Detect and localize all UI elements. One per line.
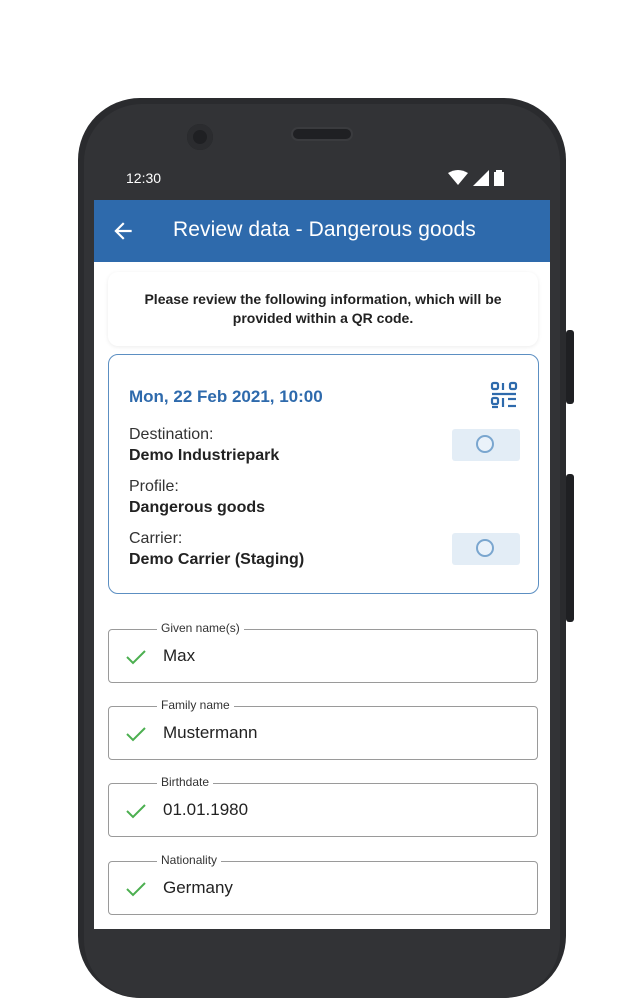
profile-label: Profile: bbox=[129, 478, 179, 495]
destination-value: Demo Industriepark bbox=[129, 447, 280, 464]
birthdate-value: 01.01.1980 bbox=[163, 800, 249, 819]
main-content: Please review the following information,… bbox=[94, 262, 550, 929]
status-bar: 12:30 bbox=[94, 160, 550, 200]
signal-icon bbox=[473, 170, 489, 186]
check-icon bbox=[126, 804, 146, 819]
qr-code-icon[interactable] bbox=[490, 381, 518, 409]
info-dot-icon bbox=[476, 539, 494, 557]
power-button bbox=[566, 330, 574, 404]
page-title: Review data - Dangerous goods bbox=[173, 218, 476, 241]
destination-info-button[interactable] bbox=[452, 429, 520, 461]
nationality-value: Germany bbox=[163, 878, 233, 897]
booking-card: Mon, 22 Feb 2021, 10:00 Destination: Dem… bbox=[108, 354, 539, 594]
status-icons bbox=[448, 170, 504, 186]
birthdate-label: Birthdate bbox=[157, 775, 214, 789]
check-icon bbox=[126, 727, 146, 742]
arrow-left-icon[interactable] bbox=[110, 218, 136, 244]
status-time: 12:30 bbox=[126, 170, 162, 186]
volume-button bbox=[566, 474, 574, 622]
battery-icon bbox=[494, 170, 504, 186]
profile-value: Dangerous goods bbox=[129, 499, 266, 516]
family-name-label: Family name bbox=[157, 698, 234, 712]
given-name-label: Given name(s) bbox=[157, 621, 244, 635]
carrier-value: Demo Carrier (Staging) bbox=[129, 551, 305, 568]
app-bar: Review data - Dangerous goods bbox=[94, 200, 550, 262]
carrier-label: Carrier: bbox=[129, 530, 183, 547]
destination-label: Destination: bbox=[129, 426, 214, 443]
nationality-label: Nationality bbox=[157, 853, 222, 867]
birthdate-field[interactable]: Birthdate 01.01.1980 bbox=[108, 775, 538, 837]
booking-date: Mon, 22 Feb 2021, 10:00 bbox=[129, 387, 323, 406]
family-name-field[interactable]: Family name Mustermann bbox=[108, 698, 538, 760]
family-name-value: Mustermann bbox=[163, 723, 258, 742]
carrier-info-button[interactable] bbox=[452, 533, 520, 565]
front-camera bbox=[187, 124, 213, 150]
given-name-field[interactable]: Given name(s) Max bbox=[108, 621, 538, 683]
nationality-field[interactable]: Nationality Germany bbox=[108, 853, 538, 915]
info-text: Please review the following information,… bbox=[144, 291, 502, 326]
app-screen: Review data - Dangerous goods Please rev… bbox=[94, 200, 550, 929]
wifi-icon bbox=[448, 170, 468, 185]
earpiece-speaker bbox=[291, 127, 353, 141]
info-card: Please review the following information,… bbox=[108, 272, 538, 346]
check-icon bbox=[126, 882, 146, 897]
info-dot-icon bbox=[476, 435, 494, 453]
check-icon bbox=[126, 650, 146, 665]
given-name-value: Max bbox=[163, 646, 196, 665]
